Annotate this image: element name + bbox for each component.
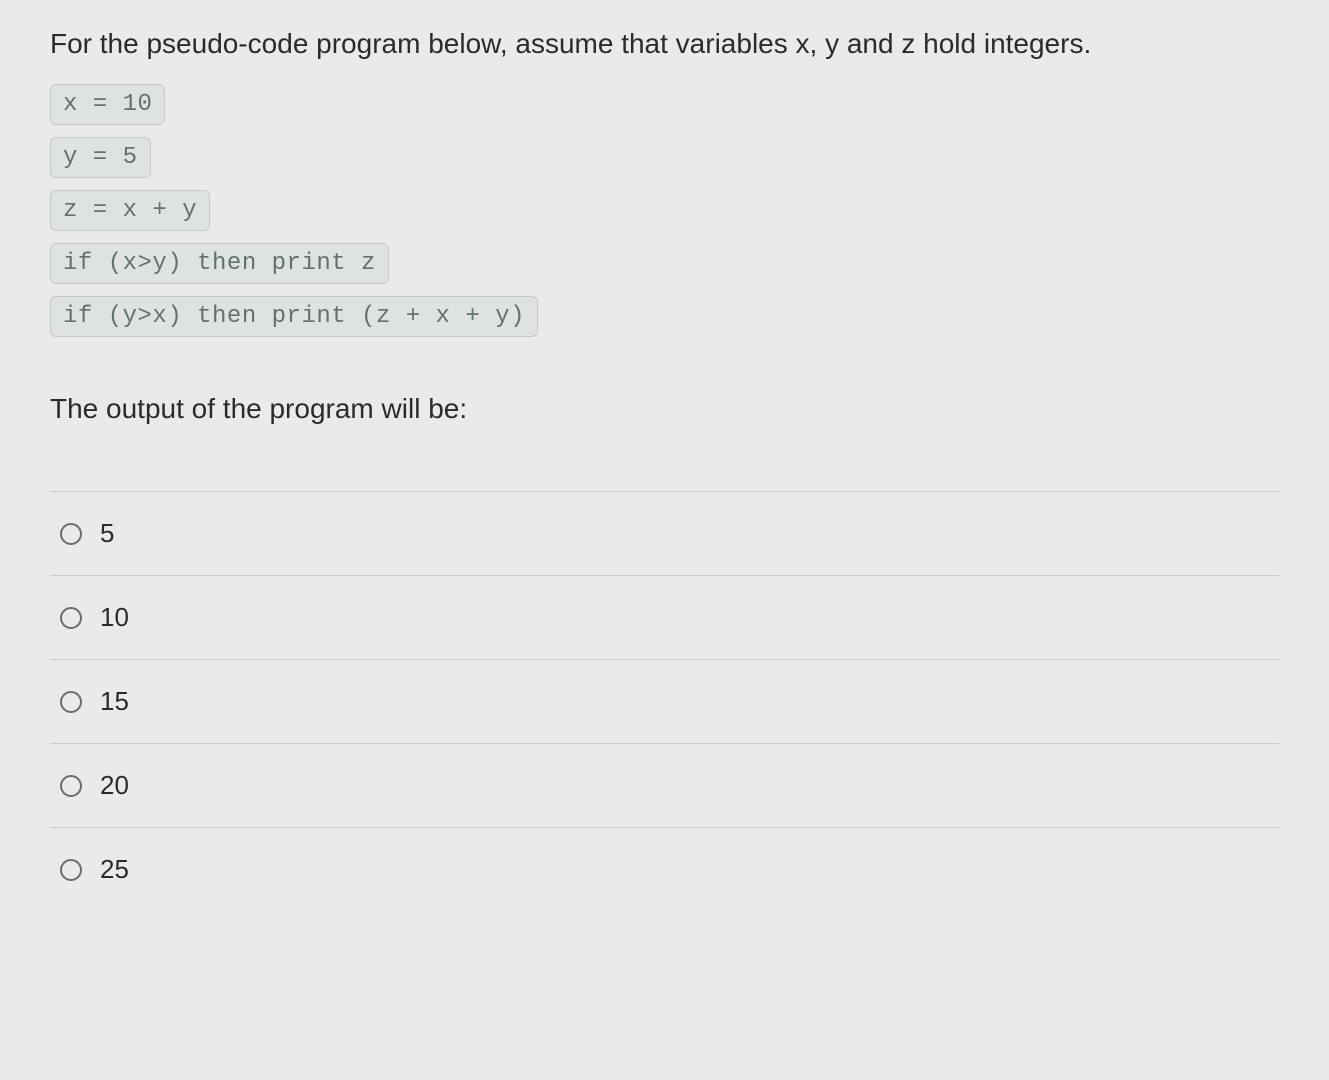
code-line: if (y>x) then print (z + x + y) bbox=[50, 296, 538, 337]
radio-icon bbox=[60, 523, 82, 545]
radio-icon bbox=[60, 775, 82, 797]
code-line: x = 10 bbox=[50, 84, 165, 125]
code-line: z = x + y bbox=[50, 190, 210, 231]
radio-icon bbox=[60, 607, 82, 629]
option-label: 15 bbox=[100, 686, 129, 717]
option-row[interactable]: 25 bbox=[50, 827, 1279, 911]
option-row[interactable]: 15 bbox=[50, 659, 1279, 743]
options-list: 5 10 15 20 25 bbox=[50, 491, 1279, 911]
question-intro: For the pseudo-code program below, assum… bbox=[50, 20, 1279, 68]
option-label: 10 bbox=[100, 602, 129, 633]
option-label: 25 bbox=[100, 854, 129, 885]
option-row[interactable]: 10 bbox=[50, 575, 1279, 659]
question-prompt: The output of the program will be: bbox=[50, 387, 1279, 432]
option-label: 20 bbox=[100, 770, 129, 801]
code-block: x = 10 y = 5 z = x + y if (x>y) then pri… bbox=[50, 84, 1279, 337]
code-line: if (x>y) then print z bbox=[50, 243, 389, 284]
option-row[interactable]: 20 bbox=[50, 743, 1279, 827]
code-line: y = 5 bbox=[50, 137, 151, 178]
radio-icon bbox=[60, 859, 82, 881]
option-label: 5 bbox=[100, 518, 114, 549]
option-row[interactable]: 5 bbox=[50, 491, 1279, 575]
radio-icon bbox=[60, 691, 82, 713]
